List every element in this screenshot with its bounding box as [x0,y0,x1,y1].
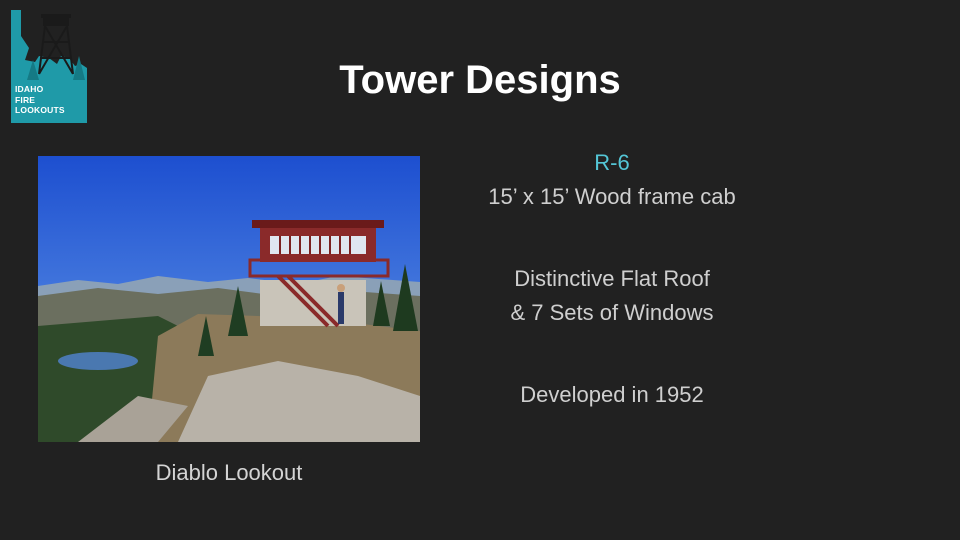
feature-line-1: Distinctive Flat Roof [514,266,710,291]
photo-caption: Diablo Lookout [155,460,303,485]
lookout-photo [38,156,420,442]
tower-model: R-6 [594,150,630,175]
logo-line-lookouts: LOOKOUTS [15,105,65,115]
cab-size: 15’ x 15’ Wood frame cab [488,184,736,209]
developed-year: Developed in 1952 [520,382,704,407]
tower-details: R-6 15’ x 15’ Wood frame cab Distinctive… [452,146,772,412]
feature-line-2: & 7 Sets of Windows [510,300,714,325]
slide-title: Tower Designs [339,58,621,102]
